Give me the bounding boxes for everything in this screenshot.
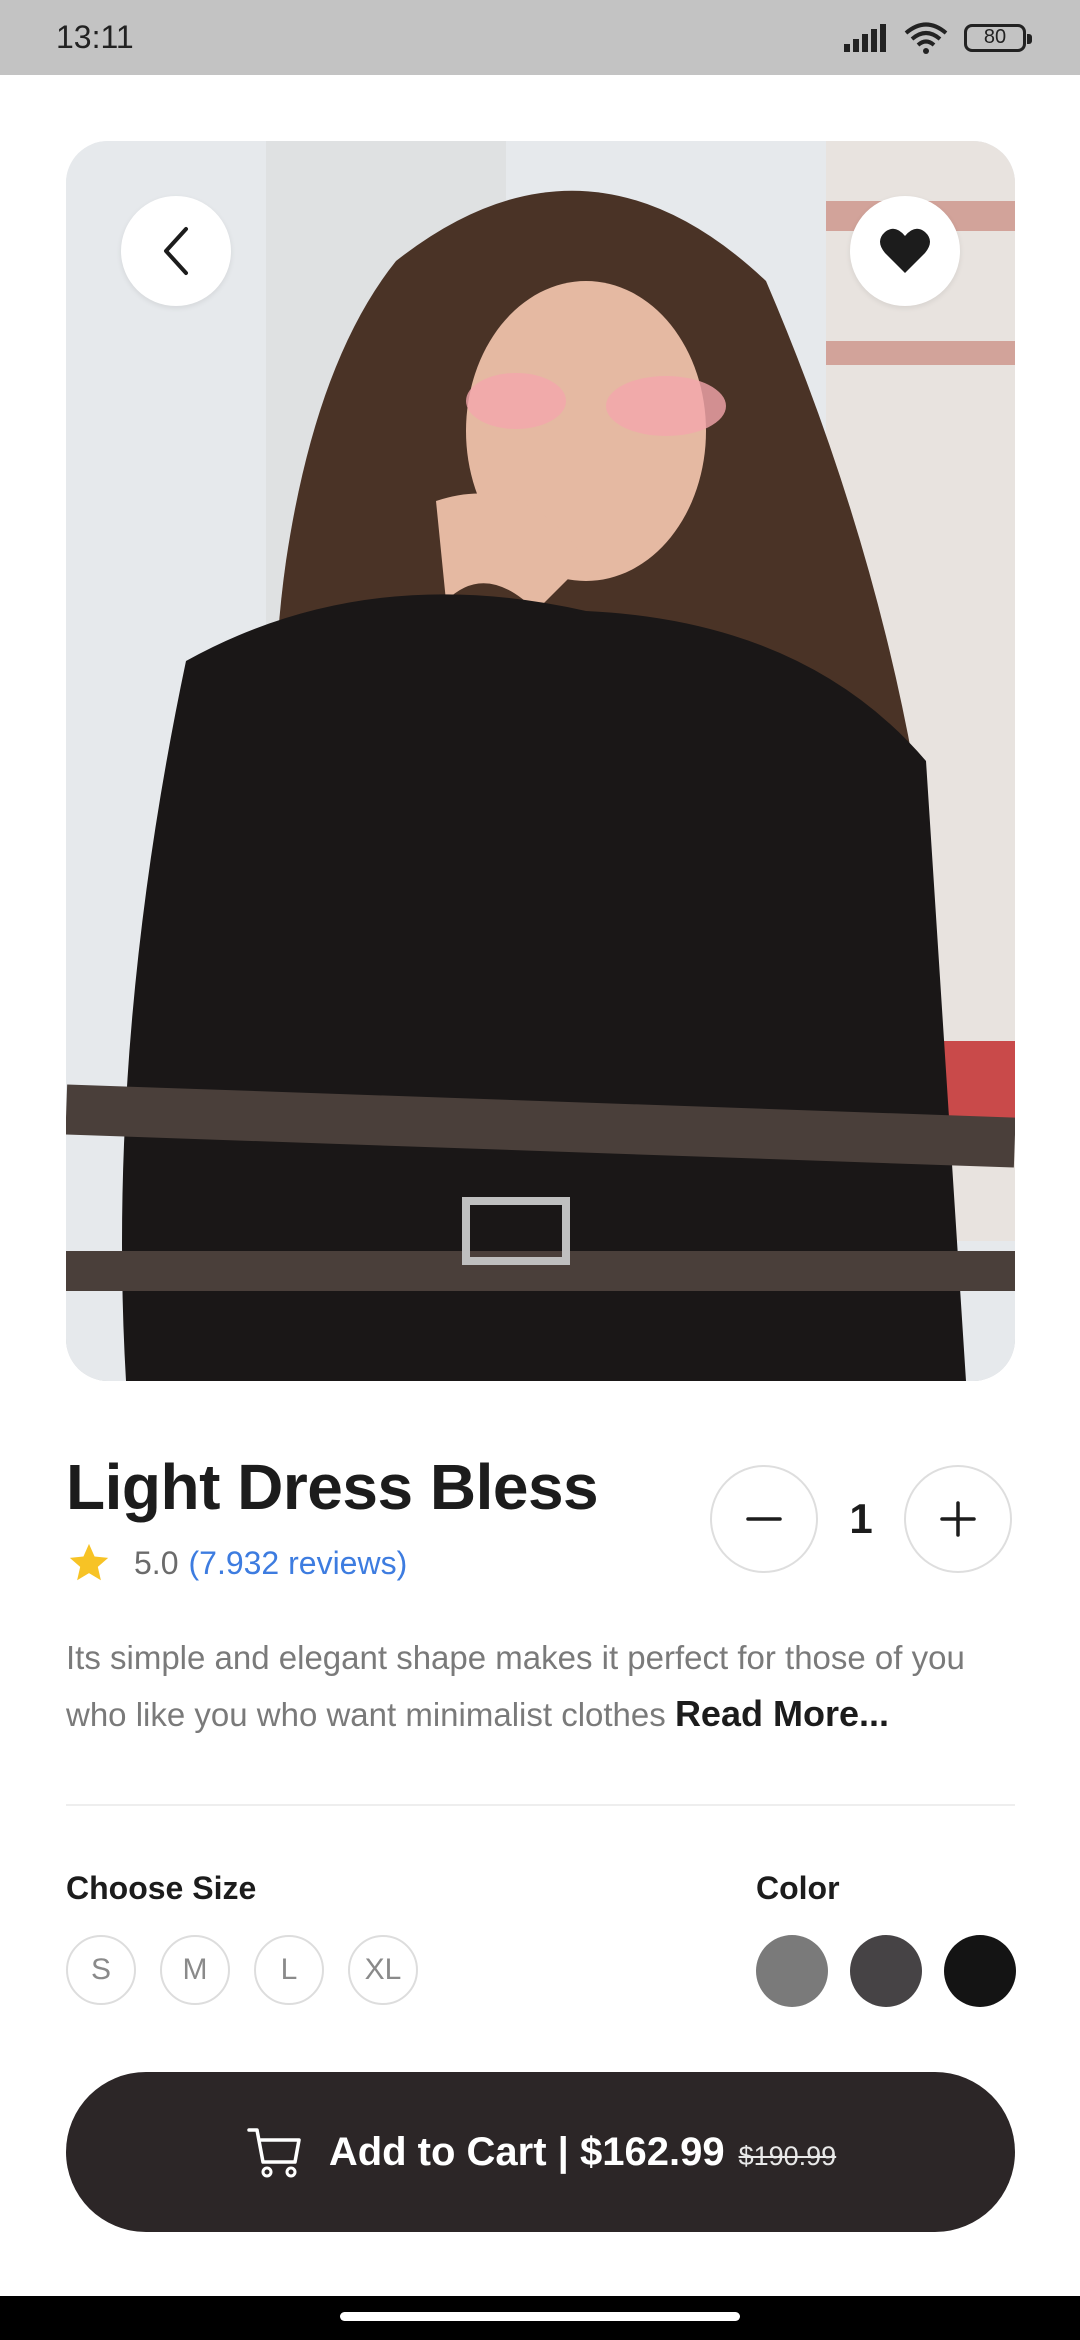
size-option-xl[interactable]: XL xyxy=(348,1935,418,2005)
read-more-link[interactable]: Read More... xyxy=(675,1693,889,1734)
divider xyxy=(66,1804,1015,1806)
add-to-cart-label: Add to Cart | $162.99 xyxy=(328,2129,725,2174)
size-label: Choose Size xyxy=(66,1870,257,1906)
product-image xyxy=(66,141,1015,1381)
color-options xyxy=(756,1935,1016,2007)
rating-value: 5.0 xyxy=(134,1544,179,1581)
color-label: Color xyxy=(756,1870,840,1906)
quantity-value: 1 xyxy=(849,1495,873,1542)
product-photo xyxy=(66,141,1015,1381)
battery-level: 80 xyxy=(983,26,1007,48)
star-icon xyxy=(69,1543,109,1581)
old-price: $190.99 xyxy=(738,2140,837,2171)
product-title: Light Dress Bless xyxy=(66,1451,599,1523)
increase-button[interactable] xyxy=(904,1465,1012,1573)
plus-icon xyxy=(940,1501,976,1537)
size-option-m[interactable]: M xyxy=(160,1935,230,2005)
status-time: 13:11 xyxy=(56,19,134,55)
battery-icon: 80 xyxy=(964,23,1032,52)
status-bar: 13:11 80 xyxy=(0,0,1080,75)
size-options: S M L XL xyxy=(66,1935,418,2005)
add-to-cart-button[interactable]: Add to Cart | $162.99 $190.99 xyxy=(66,2072,1015,2232)
rating-row: 5.0 (7.932 reviews) xyxy=(66,1540,407,1586)
status-icons: 80 xyxy=(844,22,1032,54)
heart-icon xyxy=(880,228,930,273)
favorite-button[interactable] xyxy=(850,196,960,306)
quantity-stepper: 1 xyxy=(710,1465,1012,1573)
color-swatch-gray[interactable] xyxy=(756,1935,828,2007)
cart-icon xyxy=(247,2128,301,2178)
wifi-icon xyxy=(904,22,948,54)
signal-icon xyxy=(844,23,886,52)
size-option-s[interactable]: S xyxy=(66,1935,136,2005)
reviews-link[interactable]: (7.932 reviews) xyxy=(188,1545,407,1582)
color-swatch-charcoal[interactable] xyxy=(850,1935,922,2007)
home-indicator[interactable] xyxy=(340,2312,740,2321)
minus-icon xyxy=(746,1517,782,1521)
decrease-button[interactable] xyxy=(710,1465,818,1573)
color-swatch-black[interactable] xyxy=(944,1935,1016,2007)
chevron-left-icon xyxy=(164,227,188,275)
size-option-l[interactable]: L xyxy=(254,1935,324,2005)
product-description: Its simple and elegant shape makes it pe… xyxy=(66,1630,1026,1743)
back-button[interactable] xyxy=(121,196,231,306)
